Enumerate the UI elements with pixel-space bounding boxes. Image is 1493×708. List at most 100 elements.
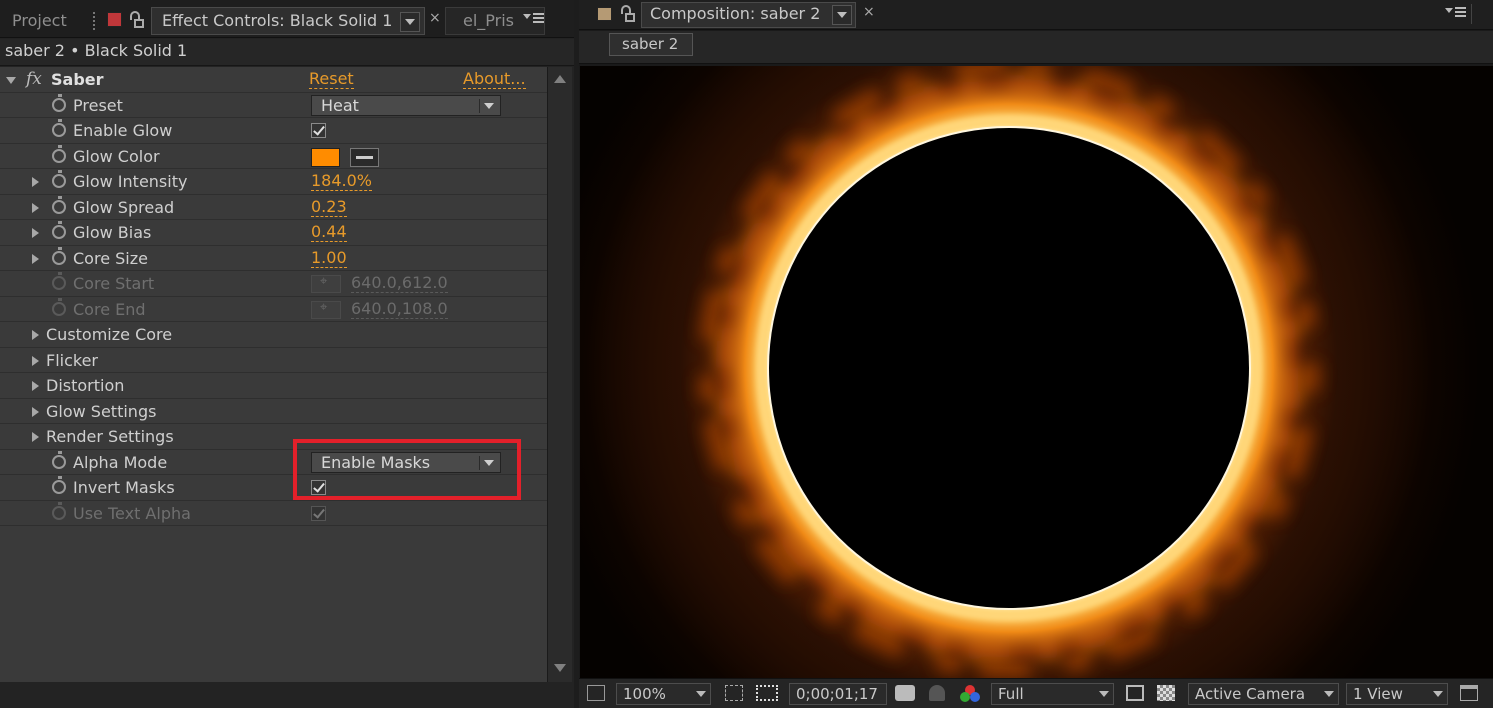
safe-zones-icon[interactable] bbox=[725, 685, 743, 701]
camera-snapshot-icon[interactable] bbox=[895, 685, 915, 701]
zoom-dropdown[interactable]: 100% bbox=[616, 683, 711, 705]
layout-grid-icon[interactable] bbox=[1460, 685, 1478, 701]
group-row-flicker[interactable]: Flicker bbox=[0, 348, 547, 373]
composition-panel: Composition: saber 2 × saber 2 100% 0;00… bbox=[579, 0, 1493, 708]
group-row-glow-settings[interactable]: Glow Settings bbox=[0, 399, 547, 424]
show-snapshot-icon[interactable] bbox=[929, 685, 945, 701]
twisty-closed-icon[interactable] bbox=[32, 381, 39, 391]
resolution-value: Full bbox=[998, 685, 1024, 703]
stopwatch-icon bbox=[52, 297, 66, 316]
always-preview-icon[interactable] bbox=[587, 685, 605, 701]
lock-icon[interactable] bbox=[128, 11, 144, 29]
color-channels-icon[interactable] bbox=[960, 685, 982, 703]
region-toggle-icon[interactable] bbox=[1126, 685, 1144, 701]
views-dropdown[interactable]: 1 View bbox=[1346, 683, 1448, 705]
crosshair-icon bbox=[311, 300, 341, 319]
tab-effect-controls-label: Effect Controls: Black Solid 1 bbox=[162, 11, 393, 30]
close-icon[interactable]: × bbox=[429, 10, 441, 26]
core-end-value: 640.0,108.0 bbox=[351, 298, 448, 319]
stopwatch-icon[interactable] bbox=[52, 246, 66, 265]
stopwatch-icon[interactable] bbox=[52, 195, 66, 214]
stopwatch-icon bbox=[52, 501, 66, 520]
lock-icon[interactable] bbox=[619, 5, 635, 23]
eyedropper-icon[interactable] bbox=[350, 147, 379, 167]
param-label: Glow Spread bbox=[73, 197, 175, 217]
group-label: Render Settings bbox=[46, 427, 174, 446]
glow-color-swatch[interactable] bbox=[311, 147, 340, 167]
param-label: Use Text Alpha bbox=[73, 503, 191, 523]
core-start-value: 640.0,612.0 bbox=[351, 273, 448, 293]
stopwatch-icon[interactable] bbox=[52, 476, 66, 494]
twisty-closed-icon[interactable] bbox=[32, 406, 39, 417]
param-row-enable-glow: Enable Glow bbox=[0, 118, 547, 144]
panel-menu-icon[interactable] bbox=[93, 12, 98, 30]
stopwatch-icon[interactable] bbox=[52, 170, 66, 188]
param-label: Core End bbox=[73, 299, 146, 319]
twisty-closed-icon[interactable] bbox=[32, 253, 39, 264]
panel-options-icon[interactable] bbox=[523, 11, 545, 27]
twisty-closed-icon[interactable] bbox=[32, 432, 39, 442]
param-row-glow-bias: Glow Bias 0.44 bbox=[0, 220, 547, 246]
chevron-down-icon bbox=[479, 98, 497, 113]
glow-bias-value[interactable]: 0.44 bbox=[311, 223, 347, 242]
vertical-scrollbar[interactable] bbox=[547, 67, 572, 682]
param-label: Enable Glow bbox=[73, 121, 173, 140]
tab-project[interactable]: Project bbox=[12, 7, 67, 34]
stopwatch-icon[interactable] bbox=[52, 450, 66, 469]
breadcrumb: saber 2 • Black Solid 1 bbox=[0, 39, 574, 66]
transparency-grid-icon[interactable] bbox=[1157, 685, 1175, 701]
stopwatch-icon[interactable] bbox=[52, 119, 66, 137]
group-label: Glow Settings bbox=[46, 401, 157, 421]
glow-intensity-value[interactable]: 184.0% bbox=[311, 172, 373, 191]
group-row-customize-core[interactable]: Customize Core bbox=[0, 322, 547, 348]
composition-name-chip[interactable]: saber 2 bbox=[609, 33, 693, 56]
composition-viewer[interactable] bbox=[580, 66, 1493, 678]
preset-value: Heat bbox=[321, 95, 359, 115]
about-link[interactable]: About... bbox=[463, 70, 526, 89]
eclipse-render bbox=[580, 66, 1493, 678]
color-label-icon bbox=[107, 12, 122, 27]
twisty-closed-icon[interactable] bbox=[32, 177, 39, 187]
enable-glow-checkbox[interactable] bbox=[311, 123, 326, 138]
twisty-closed-icon[interactable] bbox=[32, 202, 39, 213]
group-row-distortion[interactable]: Distortion bbox=[0, 373, 547, 399]
core-size-value[interactable]: 1.00 bbox=[311, 248, 347, 268]
panel-options-icon[interactable] bbox=[1445, 5, 1467, 21]
param-label: Glow Color bbox=[73, 146, 160, 166]
stopwatch-icon[interactable] bbox=[52, 221, 66, 239]
zoom-value: 100% bbox=[623, 685, 666, 703]
chevron-down-icon[interactable] bbox=[832, 5, 852, 25]
param-row-glow-spread: Glow Spread 0.23 bbox=[0, 195, 547, 220]
effect-params-list: fx Saber Reset About... Preset Heat Enab… bbox=[0, 67, 547, 682]
reset-link[interactable]: Reset bbox=[309, 70, 354, 89]
group-label: Distortion bbox=[46, 376, 125, 395]
param-row-core-start: Core Start 640.0,612.0 bbox=[0, 271, 547, 297]
twisty-closed-icon[interactable] bbox=[32, 228, 39, 238]
composition-nav-bar: saber 2 bbox=[579, 31, 1493, 64]
chevron-down-icon bbox=[696, 691, 706, 697]
fx-icon: fx bbox=[26, 69, 42, 89]
stopwatch-icon[interactable] bbox=[52, 93, 66, 112]
camera-dropdown[interactable]: Active Camera bbox=[1188, 683, 1339, 705]
group-label: Flicker bbox=[46, 350, 99, 370]
preset-dropdown[interactable]: Heat bbox=[311, 94, 501, 116]
timecode-display[interactable]: 0;00;01;17 bbox=[789, 683, 887, 705]
tab-composition[interactable]: Composition: saber 2 bbox=[641, 2, 856, 28]
twisty-closed-icon[interactable] bbox=[32, 355, 39, 366]
twisty-closed-icon[interactable] bbox=[32, 330, 39, 340]
glow-spread-value[interactable]: 0.23 bbox=[311, 197, 347, 217]
param-row-glow-intensity: Glow Intensity 184.0% bbox=[0, 169, 547, 195]
scroll-up-arrow-icon[interactable] bbox=[554, 75, 566, 83]
scroll-right-icon[interactable] bbox=[1471, 4, 1485, 24]
composition-tab-bar: Composition: saber 2 × bbox=[579, 0, 1493, 30]
param-label: Glow Intensity bbox=[73, 172, 188, 191]
twisty-open-icon[interactable] bbox=[6, 77, 16, 84]
close-icon[interactable]: × bbox=[863, 4, 875, 20]
chevron-down-icon[interactable] bbox=[400, 12, 420, 32]
region-of-interest-icon[interactable] bbox=[756, 685, 778, 701]
effect-header-row[interactable]: fx Saber Reset About... bbox=[0, 67, 547, 93]
stopwatch-icon[interactable] bbox=[52, 144, 66, 163]
resolution-dropdown[interactable]: Full bbox=[991, 683, 1114, 705]
stopwatch-icon bbox=[52, 272, 66, 290]
scroll-down-arrow-icon[interactable] bbox=[554, 664, 566, 672]
